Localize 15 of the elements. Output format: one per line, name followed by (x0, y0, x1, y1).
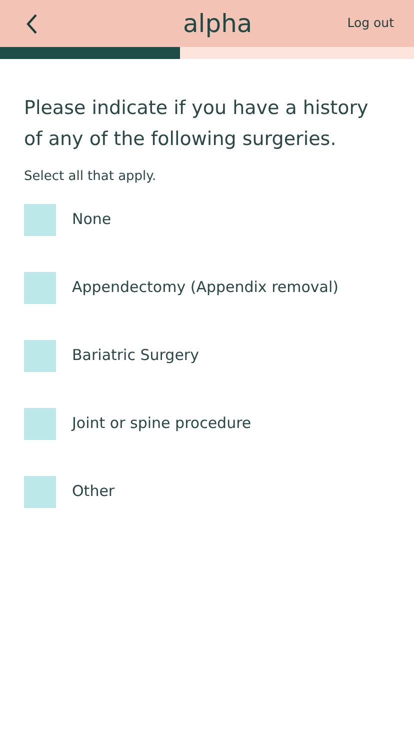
question-text: Please indicate if you have a history of any of the following surgeries. (24, 96, 370, 152)
hint-text: Select all that apply. (24, 168, 158, 186)
logout-link[interactable]: Log out (347, 14, 394, 33)
checkbox[interactable] (24, 408, 56, 440)
option-label: None (72, 209, 112, 230)
option-label: Other (72, 481, 115, 502)
back-icon (25, 12, 39, 34)
option-label: Bariatric Surgery (72, 345, 199, 366)
option-label: Appendectomy (Appendix removal) (72, 277, 339, 298)
logo: alpha (182, 8, 252, 40)
checkbox[interactable] (24, 272, 56, 304)
checkbox[interactable] (24, 204, 56, 236)
option-label: Joint or spine procedure (72, 413, 252, 434)
checkbox[interactable] (24, 476, 56, 508)
checkbox[interactable] (24, 340, 56, 372)
